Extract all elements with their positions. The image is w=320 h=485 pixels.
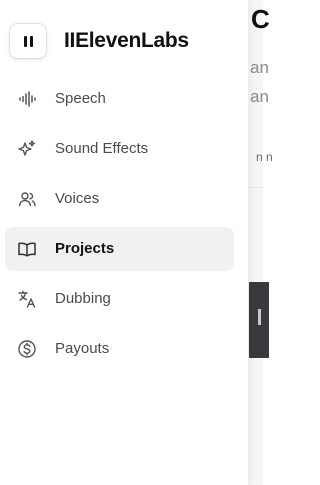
page-text-partial: an [250,58,269,77]
preview-card-mark [258,309,261,325]
sparkles-icon [17,139,37,159]
waveform-icon [17,89,37,109]
sidebar-item-label: Payouts [55,340,110,357]
sidebar-item-sound-effects[interactable]: Sound Effects [5,127,234,171]
sidebar-item-label: Voices [55,190,100,207]
tab-partial: n n [256,150,273,164]
brand-logo-text[interactable]: IIElevenLabs [64,29,189,53]
page-text-partial: an [250,87,269,106]
logo-bar-icon [29,35,33,47]
sidebar-item-label: Speech [55,90,106,107]
sidebar-item-speech[interactable]: Speech [5,77,234,121]
sidebar-item-label: Sound Effects [55,140,149,157]
divider [248,187,263,188]
page-title-partial: C [251,4,270,34]
sidebar-item-voices[interactable]: Voices [5,177,234,221]
sidebar-item-payouts[interactable]: Payouts [5,327,234,371]
sidebar-toggle-button[interactable] [9,23,47,59]
translate-icon [17,289,37,309]
sidebar-item-dubbing[interactable]: Dubbing [5,277,234,321]
sidebar-nav: Speech Sound Effects Voices Projects Dub… [5,77,234,377]
sidebar: IIElevenLabs Speech Sound Effects Voices… [0,0,249,485]
users-icon [17,189,37,209]
sidebar-item-label: Dubbing [55,290,111,307]
logo-bar-icon [23,35,27,47]
dollar-circle-icon [17,339,37,359]
sidebar-item-projects[interactable]: Projects [5,227,234,271]
book-open-icon [17,239,37,259]
sidebar-item-label: Projects [55,240,115,257]
